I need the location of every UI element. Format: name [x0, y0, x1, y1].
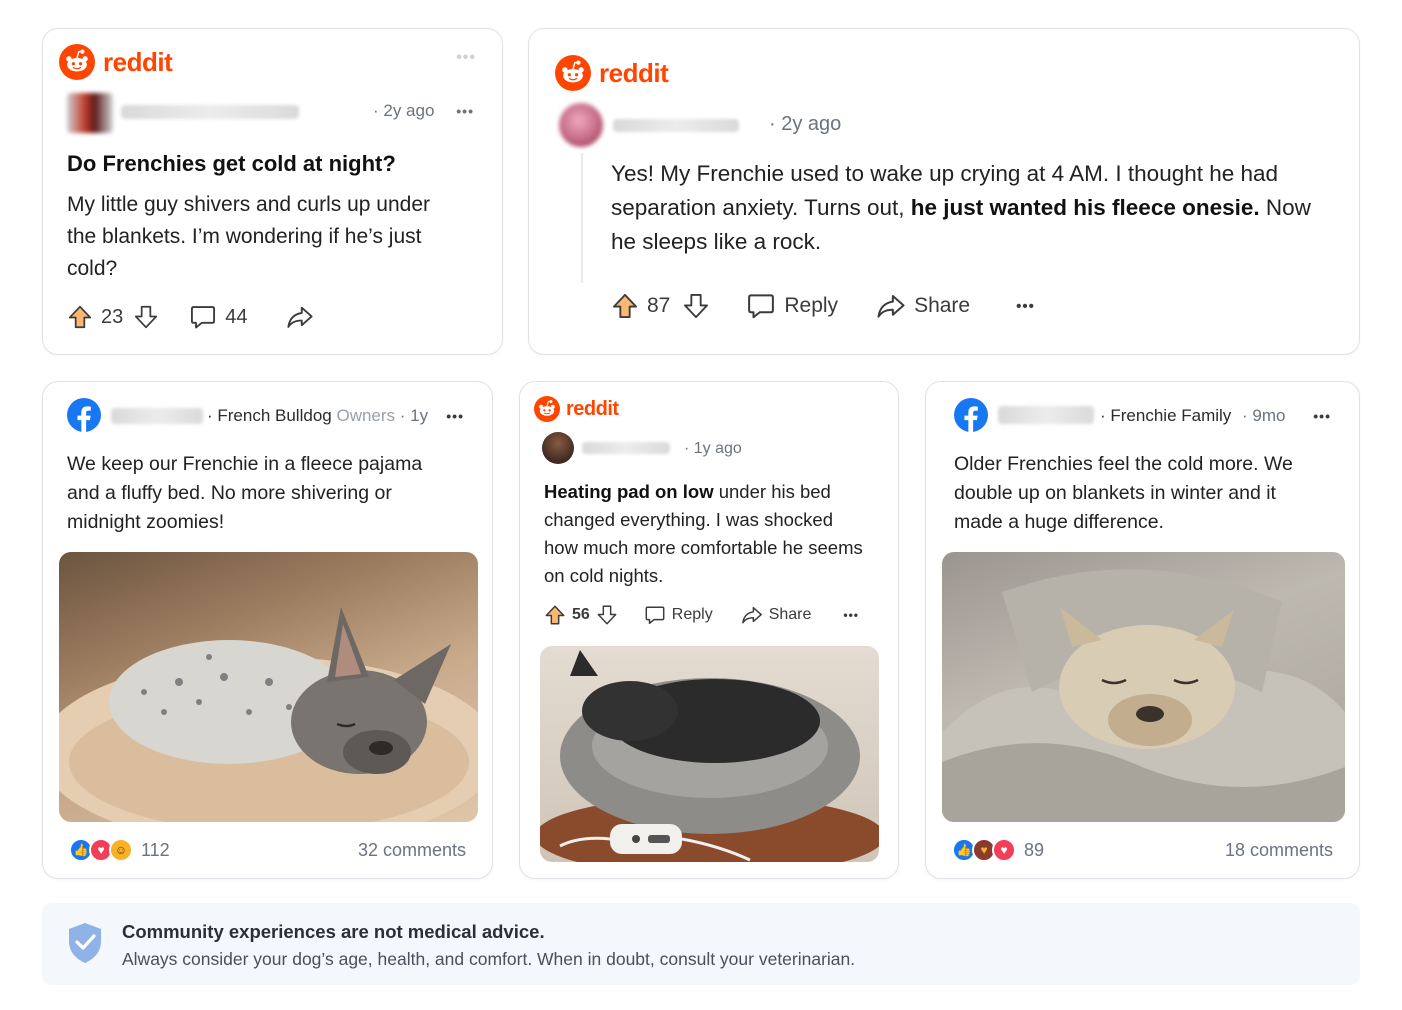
group-name[interactable]: · French Bulldog — [207, 406, 332, 425]
comment-icon — [644, 604, 666, 626]
disclaimer-title: Community experiences are not medical ad… — [122, 921, 545, 942]
upvote-icon — [544, 604, 566, 626]
post-title[interactable]: Do Frenchies get cold at night? — [67, 151, 396, 177]
more-options-icon[interactable]: ••• — [1313, 408, 1331, 424]
group-name[interactable]: · Frenchie Family — [1100, 406, 1231, 425]
reply-button[interactable]: Reply — [644, 604, 713, 626]
shield-check-icon — [69, 923, 101, 963]
reply-text-highlight: he just wanted his fleece onesie. — [910, 195, 1260, 220]
reactions[interactable]: 👍 ♥ ♥ 89 — [952, 838, 1044, 862]
reaction-count: 89 — [1024, 839, 1045, 860]
username-redacted — [582, 442, 670, 454]
reaction-count: 112 — [141, 839, 170, 860]
share-label: Share — [914, 294, 971, 317]
upvote-count: 87 — [647, 294, 671, 317]
brand-name: reddit — [599, 57, 669, 88]
downvote-button[interactable] — [596, 604, 618, 626]
upvote-icon — [611, 292, 639, 320]
post-time: · 2y ago — [769, 113, 842, 135]
upvote-count: 56 — [572, 606, 590, 623]
username-redacted — [111, 408, 203, 424]
share-label: Share — [768, 606, 812, 623]
share-button[interactable]: Share — [876, 291, 970, 321]
comments-button[interactable]: 44 — [189, 303, 248, 331]
reddit-reply-card: reddit · 2y ago Yes! My Frenchie used to… — [528, 28, 1360, 355]
downvote-button[interactable] — [682, 292, 710, 320]
reply-button[interactable]: Reply — [746, 291, 838, 321]
comments-link[interactable]: 32 comments — [358, 840, 466, 861]
reply-body: Yes! My Frenchie used to wake up crying … — [611, 157, 1331, 259]
reply-label: Reply — [784, 294, 839, 317]
reddit-icon — [534, 396, 560, 422]
disclaimer-text: Always consider your dog’s age, health, … — [122, 949, 856, 969]
username-redacted — [998, 406, 1094, 424]
share-button[interactable]: Share — [741, 604, 812, 626]
post-image[interactable] — [942, 552, 1345, 822]
upvote-count: 23 — [101, 305, 124, 328]
post-image[interactable] — [540, 646, 879, 862]
post-body: We keep our Frenchie in a fleece pajama … — [67, 453, 423, 533]
reddit-logo: reddit — [534, 396, 619, 422]
comment-icon — [746, 291, 776, 321]
reddit-icon — [555, 55, 591, 91]
reactions[interactable]: 👍 ♥ ☺ 112 — [69, 838, 170, 862]
bulldog-blanket-illustration — [942, 569, 1345, 822]
facebook-icon — [67, 398, 101, 432]
upvote-button[interactable]: 23 — [67, 304, 123, 330]
username-redacted — [121, 105, 299, 119]
brand-name: reddit — [103, 46, 173, 77]
reddit-logo: reddit — [555, 55, 669, 91]
post-time: · 9mo — [1242, 406, 1286, 425]
facebook-icon — [954, 398, 988, 432]
medical-disclaimer: Community experiences are not medical ad… — [42, 903, 1360, 985]
bulldog-pajama-illustration — [59, 607, 478, 822]
post-body: Heating pad on low under his bed changed… — [544, 478, 864, 590]
haha-reaction-icon: ☺ — [109, 838, 133, 862]
downvote-icon — [133, 304, 159, 330]
upvote-button[interactable]: 56 — [544, 604, 590, 626]
group-name-suffix: Owners — [336, 406, 396, 425]
downvote-icon — [596, 604, 618, 626]
more-options-icon[interactable]: ••• — [446, 408, 464, 424]
avatar — [559, 103, 603, 147]
reply-label: Reply — [671, 606, 713, 623]
post-body: Older Frenchies feel the cold more. We d… — [954, 453, 1293, 533]
more-options-icon[interactable]: ••• — [456, 103, 474, 119]
downvote-icon — [682, 292, 710, 320]
love-reaction-icon: ♥ — [992, 838, 1016, 862]
upvote-icon — [67, 304, 93, 330]
downvote-button[interactable] — [133, 304, 159, 330]
facebook-post-card: · French Bulldog Owners · 1y ••• We keep… — [42, 381, 493, 879]
avatar — [67, 93, 113, 133]
post-body: My little guy shivers and curls up under… — [67, 193, 430, 280]
avatar — [542, 432, 574, 464]
upvote-button[interactable]: 87 — [611, 292, 670, 320]
share-button[interactable] — [286, 303, 314, 331]
share-icon — [876, 291, 906, 321]
reddit-icon — [59, 44, 95, 80]
post-image[interactable] — [59, 552, 478, 822]
comment-count: 44 — [225, 305, 248, 328]
thread-line — [581, 153, 583, 283]
comments-link[interactable]: 18 comments — [1225, 840, 1333, 861]
share-icon — [286, 303, 314, 331]
more-options-icon[interactable]: ••• — [456, 49, 476, 67]
brand-name: reddit — [566, 397, 619, 420]
username-redacted — [613, 119, 739, 132]
group-info: · Frenchie Family · 9mo — [1100, 406, 1286, 426]
group-info: · French Bulldog Owners · 1y — [207, 406, 428, 426]
post-time: · 1y — [399, 406, 429, 425]
post-time: · 1y ago — [684, 440, 742, 457]
facebook-post-card: · Frenchie Family · 9mo ••• Older French… — [925, 381, 1360, 879]
more-options-icon[interactable]: ••• — [1016, 298, 1035, 315]
reddit-heating-pad-card: reddit · 1y ago Heating pad on low under… — [519, 381, 899, 879]
reddit-logo: reddit — [59, 44, 173, 80]
more-options-icon[interactable]: ••• — [843, 608, 859, 622]
post-time: · 2y ago — [373, 101, 435, 120]
post-body-highlight: Heating pad on low — [544, 481, 714, 502]
reddit-question-card: reddit ••• · 2y ago ••• Do Frenchies get… — [42, 28, 503, 355]
share-icon — [741, 604, 763, 626]
comment-icon — [189, 303, 217, 331]
bulldog-bed-illustration — [540, 650, 879, 862]
